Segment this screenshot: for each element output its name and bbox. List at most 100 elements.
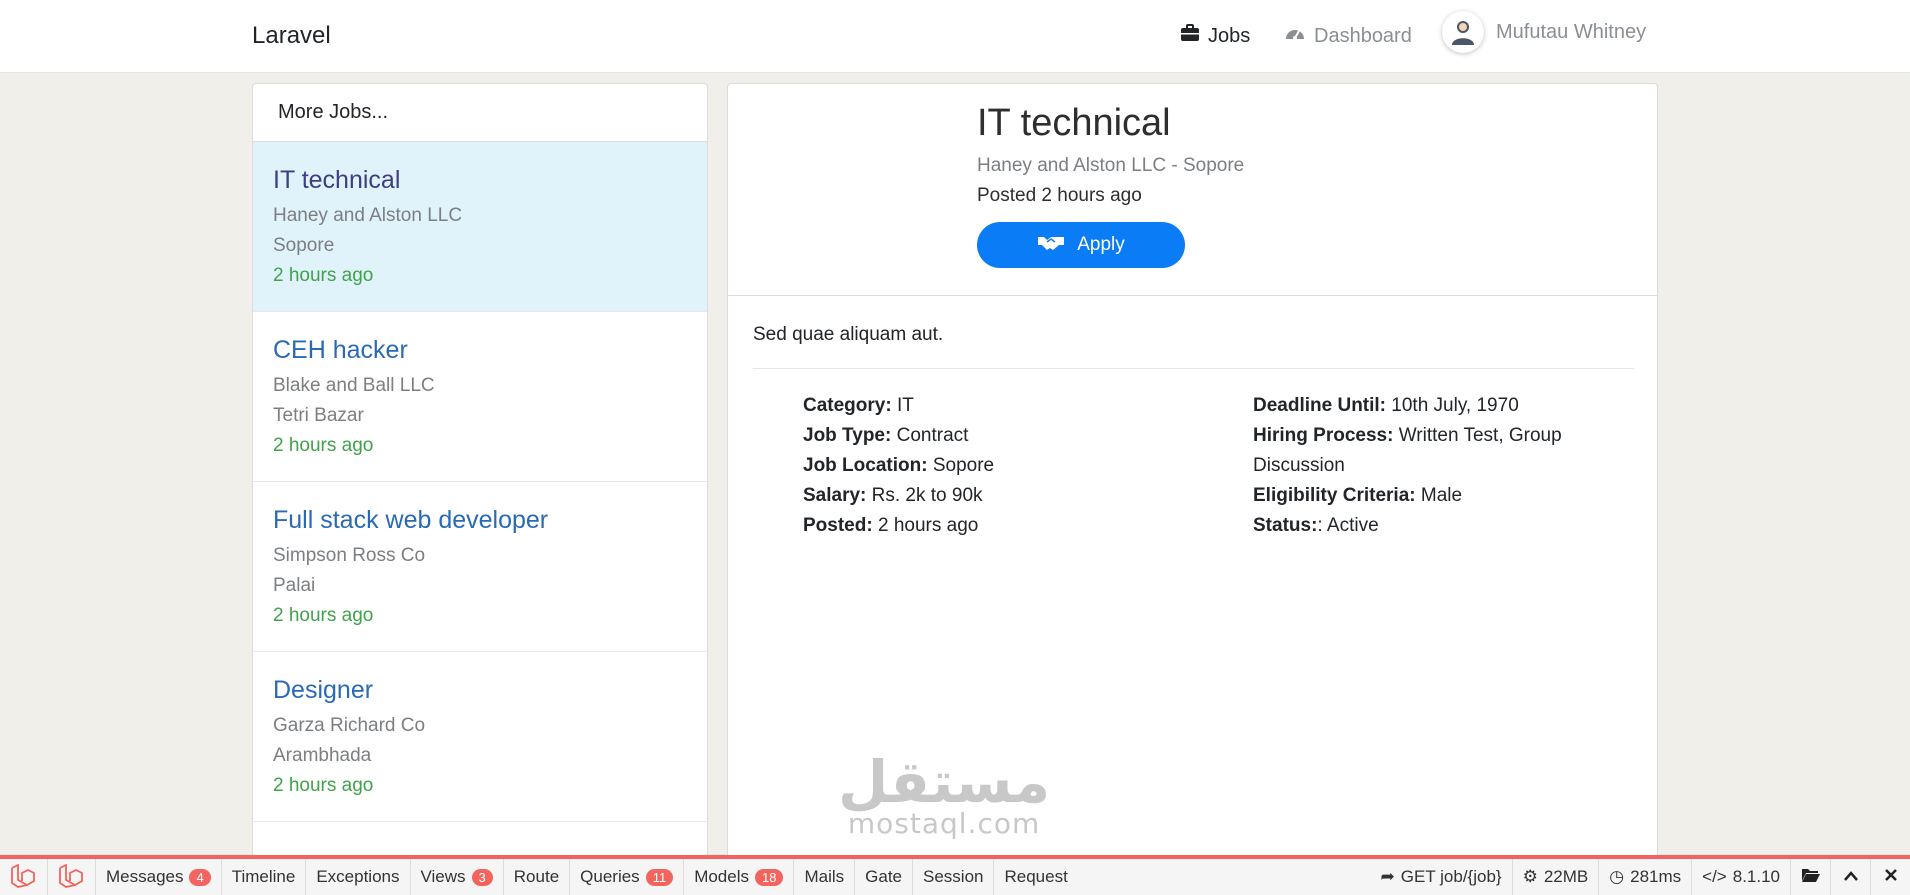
attr-salary: Salary: Rs. 2k to 90k [803, 481, 1203, 511]
debug-tab-models[interactable]: Models 18 [684, 859, 795, 895]
attr-label: Salary: [803, 485, 867, 506]
tab-label: Queries [580, 867, 640, 886]
debug-tab-mails[interactable]: Mails [794, 859, 856, 895]
briefcase-icon [1180, 24, 1200, 48]
nav-dashboard-link[interactable]: Dashboard [1284, 24, 1412, 48]
attr-value: 10th July, 1970 [1391, 395, 1519, 416]
job-detail-title: IT technical [977, 102, 1171, 144]
job-title[interactable]: Designer [273, 676, 687, 705]
attr-value: 2 hours ago [877, 515, 979, 536]
user-name: Mufutau Whitney [1496, 20, 1647, 43]
job-attributes-right: Deadline Until: 10th July, 1970 Hiring P… [1253, 391, 1593, 541]
watermark-latin: mostaql.com [847, 807, 1041, 840]
time-text: 281ms [1630, 867, 1682, 886]
attr-value: Male [1420, 485, 1463, 506]
laravel-debugbar: Messages 4 Timeline Exceptions Views 3 Rou… [0, 855, 1910, 895]
debug-tab-queries[interactable]: Queries 11 [570, 859, 685, 895]
job-time: 2 hours ago [273, 265, 374, 286]
attr-label: Status: [1253, 515, 1318, 536]
route-text: GET job/{job} [1400, 867, 1502, 886]
debug-tab-request[interactable]: Request [994, 859, 1077, 895]
top-navbar: Laravel Jobs Dashboard Mufutau Whitney [0, 0, 1910, 73]
tab-label: Views [420, 867, 466, 886]
brand-logo[interactable]: Laravel [252, 22, 331, 50]
job-list-item[interactable]: Full stack web developer Simpson Ross Co… [253, 482, 707, 652]
handshake-icon [1037, 233, 1065, 257]
tab-label: Timeline [231, 867, 296, 886]
debug-tab-session[interactable]: Session [913, 859, 995, 895]
job-title[interactable]: CEH hacker [273, 336, 687, 365]
chevron-up-icon [1843, 867, 1859, 887]
nav-dashboard-label: Dashboard [1314, 24, 1412, 47]
job-detail-posted: Posted 2 hours ago [977, 185, 1142, 206]
attr-label: Deadline Until: [1253, 395, 1387, 416]
debug-tab-route[interactable]: Route [504, 859, 571, 895]
tab-label: Models [694, 867, 749, 886]
nav-jobs-link[interactable]: Jobs [1180, 24, 1250, 48]
debug-tab-timeline[interactable]: Timeline [222, 859, 307, 895]
close-icon [1884, 867, 1898, 887]
nav-jobs-label: Jobs [1208, 24, 1251, 47]
job-title[interactable]: Full stack web developer [273, 506, 687, 535]
debug-php-version: </> 8.1.10 [1691, 859, 1790, 895]
debug-tab-messages[interactable]: Messages 4 [96, 859, 222, 895]
debug-route[interactable]: ➦ GET job/{job} [1371, 859, 1512, 895]
debug-tab-gate[interactable]: Gate [855, 859, 913, 895]
job-list-item[interactable]: Designer Garza Richard Co Arambhada 2 ho… [253, 652, 707, 822]
count-badge: 11 [645, 868, 674, 886]
folder-open-icon [1801, 867, 1821, 888]
attr-job-location: Job Location: Sopore [803, 451, 1203, 481]
apply-label: Apply [1077, 234, 1125, 255]
job-time: 2 hours ago [273, 435, 374, 456]
job-detail-company-location: Haney and Alston LLC - Sopore [977, 155, 1245, 176]
count-badge: 3 [471, 868, 493, 886]
debug-tab-exceptions[interactable]: Exceptions [306, 859, 411, 895]
debugbar-restore-icon[interactable] [48, 859, 96, 895]
tab-label: Request [1004, 867, 1068, 886]
job-location: Tetri Bazar [273, 405, 364, 426]
close-button[interactable] [1870, 859, 1910, 895]
attr-posted: Posted: 2 hours ago [803, 511, 1203, 541]
attr-deadline: Deadline Until: 10th July, 1970 [1253, 391, 1593, 421]
attr-eligibility: Eligibility Criteria: Male [1253, 481, 1593, 511]
code-icon: </> [1702, 867, 1727, 886]
tab-label: Exceptions [316, 867, 400, 886]
job-company: Blake and Ball LLC [273, 375, 435, 396]
attr-category: Category: IT [803, 391, 1203, 421]
attr-label: Category: [803, 395, 892, 416]
tab-label: Session [923, 867, 984, 886]
job-company: Haney and Alston LLC [273, 205, 463, 226]
job-list-item[interactable]: IT technical Haney and Alston LLC Sopore… [253, 142, 707, 312]
attr-job-type: Job Type: Contract [803, 421, 1203, 451]
clock-icon: ◷ [1609, 867, 1625, 886]
tab-label: Gate [865, 867, 902, 886]
open-folder-button[interactable] [1790, 859, 1830, 895]
job-list-item[interactable]: CEH hacker Blake and Ball LLC Tetri Baza… [253, 312, 707, 482]
job-time: 2 hours ago [273, 775, 374, 796]
job-detail-header: IT technical Haney and Alston LLC - Sopo… [728, 84, 1657, 296]
memory-text: 22MB [1543, 867, 1589, 886]
watermark-arabic: مستقل [838, 748, 1051, 816]
attr-value: Rs. 2k to 90k [871, 485, 983, 506]
tab-label: Mails [804, 867, 845, 886]
apply-button[interactable]: Apply [977, 222, 1185, 268]
job-location: Sopore [273, 235, 335, 256]
job-title[interactable]: IT technical [273, 166, 687, 195]
debug-tab-views[interactable]: Views 3 [411, 859, 504, 895]
attr-label: Job Type: [803, 425, 892, 446]
job-location: Arambhada [273, 745, 372, 766]
maximize-button[interactable] [1830, 859, 1870, 895]
dashboard-gauge-icon [1284, 24, 1306, 48]
attr-value: : Active [1317, 515, 1379, 536]
avatar [1442, 11, 1484, 53]
cogs-icon: ⚙ [1522, 867, 1538, 886]
job-time: 2 hours ago [273, 605, 374, 626]
divider [753, 368, 1634, 369]
user-menu[interactable]: Mufutau Whitney [1442, 11, 1646, 53]
job-company: Simpson Ross Co [273, 545, 426, 566]
attr-label: Hiring Process: [1253, 425, 1394, 446]
job-list-heading: More Jobs... [253, 84, 707, 142]
attr-hiring-process: Hiring Process: Written Test, Group Disc… [1253, 421, 1593, 481]
debugbar-logo-icon[interactable] [0, 859, 48, 895]
share-arrow-icon: ➦ [1380, 867, 1395, 886]
